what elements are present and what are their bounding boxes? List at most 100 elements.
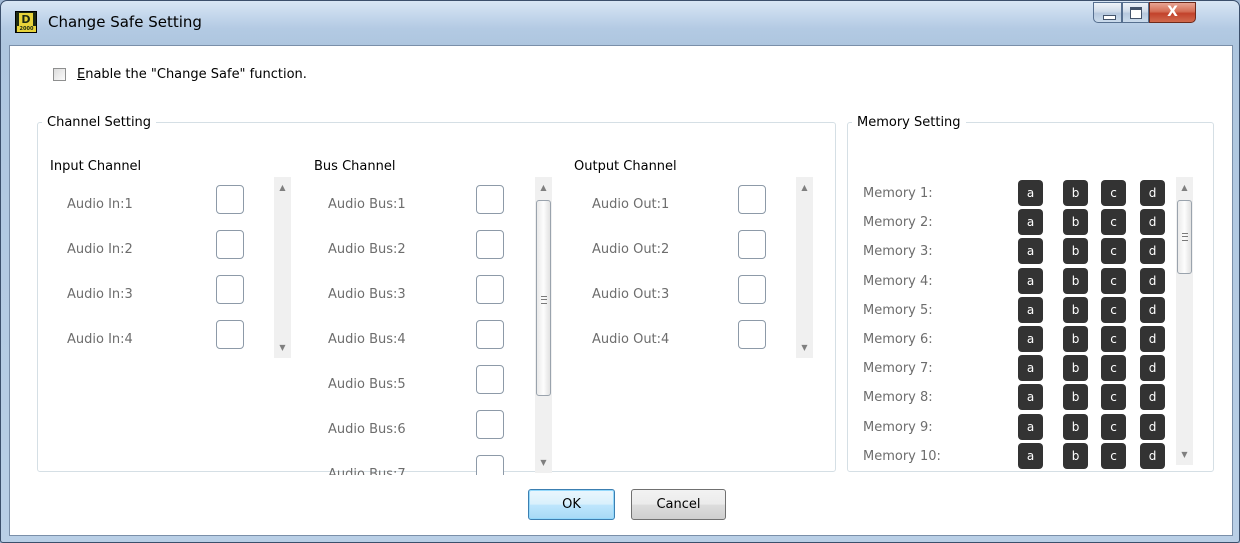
memory-setting-legend: Memory Setting (857, 115, 961, 130)
change-safe-toggle[interactable] (476, 230, 504, 259)
memory-tag-button[interactable]: a (1018, 384, 1043, 411)
memory-tag-button[interactable]: a (1018, 442, 1043, 469)
scroll-up-icon[interactable]: ▲ (274, 179, 291, 196)
memory-tag-button[interactable]: b (1063, 209, 1088, 236)
minimize-icon (1103, 15, 1116, 20)
channel-label: Audio Bus:7 (328, 467, 406, 475)
memory-tag-button[interactable]: b (1063, 326, 1088, 352)
change-safe-toggle[interactable] (216, 320, 244, 349)
memory-tag-button[interactable]: c (1101, 355, 1126, 382)
minimize-button[interactable] (1093, 2, 1122, 23)
memory-tag-button[interactable]: d (1140, 209, 1165, 236)
memory-tag-button[interactable]: d (1140, 413, 1165, 440)
memory-tag-button[interactable]: c (1101, 413, 1126, 440)
output-channel-list: Audio Out:1 Audio Out:2 Audio Out:3 Audio O… (568, 185, 778, 381)
memory-row: Memory 7: a b c d (863, 355, 1183, 384)
memory-tag-button[interactable]: c (1101, 296, 1126, 323)
output-channel-row: Audio Out:4 (568, 320, 778, 362)
memory-tag-button[interactable]: d (1140, 384, 1165, 411)
memory-tag-button[interactable]: a (1018, 238, 1043, 265)
memory-tag-button[interactable]: a (1018, 355, 1043, 382)
change-safe-toggle[interactable] (738, 320, 766, 349)
scroll-down-icon[interactable]: ▼ (535, 454, 552, 471)
change-safe-toggle[interactable] (738, 275, 766, 304)
change-safe-toggle[interactable] (476, 410, 504, 439)
enable-change-safe-label[interactable]: Enable the "Change Safe" function. (77, 67, 307, 82)
input-channel-scrollbar[interactable]: ▲ ▼ (274, 177, 291, 358)
scroll-down-icon[interactable]: ▼ (274, 339, 291, 356)
title-bar[interactable]: D 2000 Change Safe Setting X (1, 1, 1239, 45)
change-safe-toggle[interactable] (216, 185, 244, 214)
memory-tag-button[interactable]: c (1101, 238, 1126, 265)
scroll-thumb[interactable] (536, 200, 551, 396)
memory-tag-button[interactable]: d (1140, 267, 1165, 294)
channel-label: Audio In:1 (67, 197, 133, 212)
bus-channel-scrollbar[interactable]: ▲ ▼ (535, 177, 552, 473)
memory-tag-button[interactable]: b (1063, 180, 1088, 206)
memory-tag-button[interactable]: b (1063, 413, 1088, 440)
memory-tag-button[interactable]: b (1063, 384, 1088, 411)
memory-tag-button[interactable]: d (1140, 442, 1165, 469)
change-safe-toggle[interactable] (738, 185, 766, 214)
change-safe-toggle[interactable] (476, 275, 504, 304)
scroll-thumb[interactable] (1177, 200, 1192, 274)
scroll-down-icon[interactable]: ▼ (796, 339, 813, 356)
memory-tag-button[interactable]: b (1063, 267, 1088, 294)
output-channel-scrollbar[interactable]: ▲ ▼ (796, 177, 813, 358)
scroll-down-icon[interactable]: ▼ (1176, 446, 1193, 463)
memory-tag-button[interactable]: d (1140, 180, 1165, 206)
memory-tag-button[interactable]: b (1063, 355, 1088, 382)
memory-tag-button[interactable]: a (1018, 326, 1043, 352)
memory-tag-button[interactable]: c (1101, 180, 1126, 206)
output-channel-row: Audio Out:2 (568, 230, 778, 272)
memory-row: Memory 9: a b c d (863, 413, 1183, 443)
input-channel-row: Audio In:2 (38, 230, 248, 272)
change-safe-toggle[interactable] (476, 455, 504, 475)
channel-label: Audio In:2 (67, 242, 133, 257)
close-button[interactable]: X (1149, 2, 1196, 23)
memory-tag-button[interactable]: d (1140, 296, 1165, 323)
change-safe-toggle[interactable] (476, 365, 504, 394)
change-safe-toggle[interactable] (738, 230, 766, 259)
maximize-button[interactable] (1122, 2, 1149, 23)
change-safe-toggle[interactable] (216, 275, 244, 304)
memory-tag-button[interactable]: d (1140, 326, 1165, 352)
channel-label: Audio Out:4 (592, 332, 670, 347)
memory-tag-button[interactable]: c (1101, 267, 1126, 294)
change-safe-toggle[interactable] (476, 185, 504, 214)
memory-tag-button[interactable]: d (1140, 355, 1165, 382)
memory-scrollbar[interactable]: ▲ ▼ (1176, 177, 1193, 465)
input-channel-row: Audio In:1 (38, 185, 248, 227)
memory-row: Memory 2: a b c d (863, 209, 1183, 238)
channel-label: Audio Bus:1 (328, 197, 406, 212)
memory-tag-button[interactable]: b (1063, 238, 1088, 265)
scroll-up-icon[interactable]: ▲ (1176, 179, 1193, 196)
memory-tag-button[interactable]: a (1018, 267, 1043, 294)
app-logo-icon[interactable]: D 2000 (15, 11, 37, 33)
scroll-up-icon[interactable]: ▲ (796, 179, 813, 196)
channel-label: Audio In:4 (67, 332, 133, 347)
memory-tag-button[interactable]: a (1018, 209, 1043, 236)
memory-row: Memory 4: a b c d (863, 267, 1183, 297)
memory-tag-button[interactable]: c (1101, 442, 1126, 469)
memory-tag-button[interactable]: b (1063, 442, 1088, 469)
bus-channel-row: Audio Bus:2 (306, 230, 516, 272)
input-channel-header: Input Channel (50, 159, 142, 174)
scroll-up-icon[interactable]: ▲ (535, 179, 552, 196)
cancel-button[interactable]: Cancel (631, 489, 726, 520)
memory-tag-button[interactable]: c (1101, 326, 1126, 352)
memory-tag-button[interactable]: a (1018, 413, 1043, 440)
change-safe-toggle[interactable] (216, 230, 244, 259)
memory-tag-button[interactable]: c (1101, 209, 1126, 236)
memory-tag-button[interactable]: a (1018, 180, 1043, 206)
memory-tag-button[interactable]: c (1101, 384, 1126, 411)
memory-tag-button[interactable]: b (1063, 296, 1088, 323)
change-safe-toggle[interactable] (476, 320, 504, 349)
ok-button[interactable]: OK (528, 489, 615, 520)
window-title: Change Safe Setting (48, 13, 202, 31)
enable-change-safe-checkbox[interactable] (53, 68, 66, 81)
input-channel-row: Audio In:4 (38, 320, 248, 362)
memory-tag-button[interactable]: a (1018, 296, 1043, 323)
output-channel-row: Audio Out:3 (568, 275, 778, 317)
memory-tag-button[interactable]: d (1140, 238, 1165, 265)
